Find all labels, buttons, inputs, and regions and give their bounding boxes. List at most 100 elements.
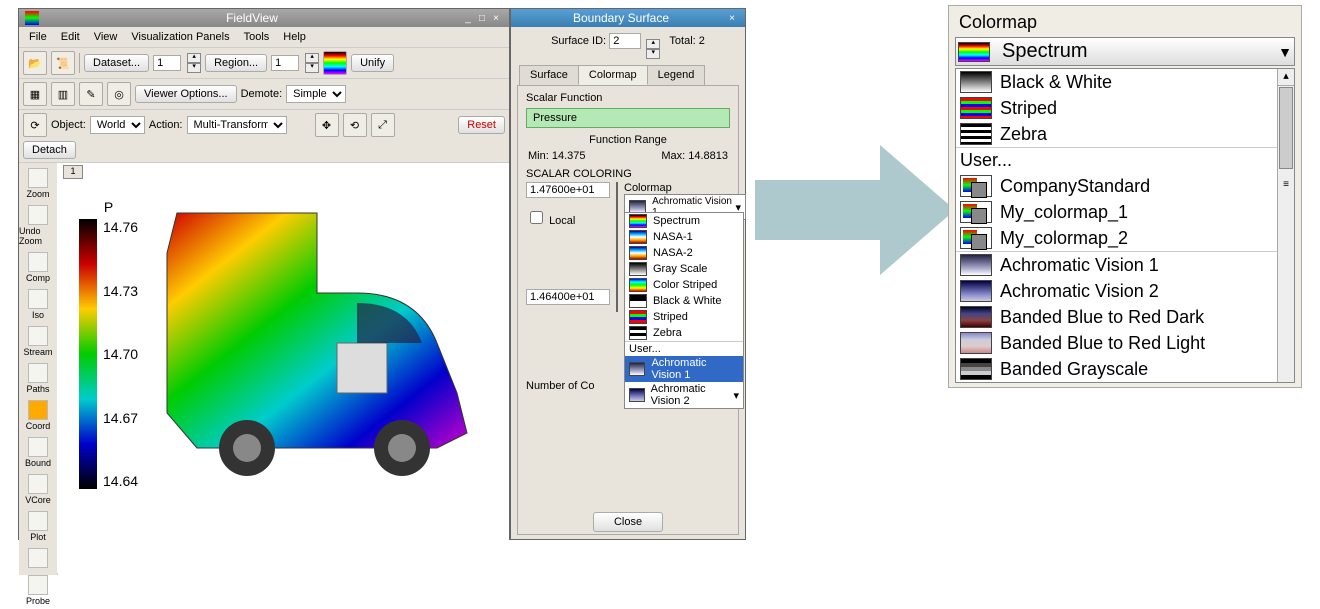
tab-colormap[interactable]: Colormap bbox=[578, 65, 648, 85]
toolbar-row3: ⟳ Object: World Action: Multi-Transform … bbox=[19, 110, 509, 163]
sidebar-vcore[interactable]: VCore bbox=[19, 471, 57, 508]
grid-icon[interactable]: ▦ bbox=[23, 82, 47, 106]
color-bot-input[interactable] bbox=[526, 289, 610, 305]
sidebar-comp[interactable]: Comp bbox=[19, 249, 57, 286]
action-select[interactable]: Multi-Transform bbox=[187, 116, 287, 134]
boundary-close-icon[interactable]: × bbox=[725, 11, 739, 25]
menu-visualization[interactable]: Visualization Panels bbox=[125, 29, 235, 45]
dd-striped[interactable]: Striped bbox=[625, 309, 743, 325]
minimize-icon[interactable]: _ bbox=[461, 11, 475, 25]
menu-help[interactable]: Help bbox=[277, 29, 312, 45]
sidebar-bound[interactable]: Bound bbox=[19, 434, 57, 471]
viewer-options-button[interactable]: Viewer Options... bbox=[135, 85, 237, 103]
fn-range-label: Function Range bbox=[518, 130, 738, 150]
sidebar-extra[interactable] bbox=[19, 545, 57, 572]
scalar-coloring-label: SCALAR COLORING bbox=[518, 162, 738, 182]
close-icon[interactable]: × bbox=[489, 11, 503, 25]
tab-bar: Surface Colormap Legend bbox=[511, 65, 745, 85]
unify-button[interactable]: Unify bbox=[351, 54, 394, 72]
local-checkbox[interactable] bbox=[530, 211, 543, 224]
sidebar-zoom[interactable]: Zoom bbox=[19, 165, 57, 202]
p3-banded-gray[interactable]: Banded Grayscale bbox=[956, 356, 1294, 382]
menu-view[interactable]: View bbox=[88, 29, 124, 45]
surface-total: Total: 2 bbox=[669, 35, 704, 47]
legend-title: P bbox=[79, 199, 138, 215]
rotate-icon[interactable]: ⟲ bbox=[343, 113, 367, 137]
sidebar-paths[interactable]: Paths bbox=[19, 360, 57, 397]
move-icon[interactable]: ✥ bbox=[315, 113, 339, 137]
p3-bw[interactable]: Black & White bbox=[956, 69, 1294, 95]
sidebar-iso[interactable]: Iso bbox=[19, 286, 57, 323]
colormap-icon[interactable] bbox=[323, 51, 347, 75]
surface-id-input[interactable] bbox=[609, 33, 641, 49]
demote-select[interactable]: Simple bbox=[286, 85, 346, 103]
detach-button[interactable]: Detach bbox=[23, 141, 76, 159]
p3-striped[interactable]: Striped bbox=[956, 95, 1294, 121]
boundary-titlebar: Boundary Surface × bbox=[511, 9, 745, 27]
menu-file[interactable]: File bbox=[23, 29, 53, 45]
scale-icon[interactable]: ⤢ bbox=[371, 113, 395, 137]
dataset-number[interactable] bbox=[153, 55, 181, 71]
script-icon[interactable]: 📜 bbox=[51, 51, 75, 75]
region-spinner[interactable]: ▴▾ bbox=[305, 53, 319, 73]
colormap-panel-select[interactable]: Spectrum ▼ bbox=[955, 37, 1295, 66]
p3-user-companystandard[interactable]: CompanyStandard bbox=[956, 173, 1294, 199]
scalar-fn-value[interactable]: Pressure bbox=[526, 108, 730, 128]
scroll-thumb[interactable] bbox=[1279, 87, 1293, 169]
dd-achr2[interactable]: Achromatic Vision 2▾ bbox=[625, 382, 743, 408]
tab-surface[interactable]: Surface bbox=[519, 65, 579, 85]
sidebar-plot[interactable]: Plot bbox=[19, 508, 57, 545]
dd-achr1[interactable]: Achromatic Vision 1 bbox=[625, 356, 743, 382]
legend-val-2: 14.70 bbox=[103, 346, 138, 362]
sidebar-probe[interactable]: Probe bbox=[19, 572, 57, 609]
tool-icon[interactable]: ✎ bbox=[79, 82, 103, 106]
dd-nasa1[interactable]: NASA-1 bbox=[625, 229, 743, 245]
sidebar-coord[interactable]: Coord bbox=[19, 397, 57, 434]
surface-id-label: Surface ID: bbox=[551, 35, 606, 47]
target-icon[interactable]: ◎ bbox=[107, 82, 131, 106]
refresh-icon[interactable]: ⟳ bbox=[23, 113, 47, 137]
p3-zebra[interactable]: Zebra bbox=[956, 121, 1294, 147]
arrow-graphic bbox=[750, 140, 960, 280]
colormap-dropdown: Spectrum NASA-1 NASA-2 Gray Scale Color … bbox=[624, 212, 744, 409]
dd-bw[interactable]: Black & White bbox=[625, 293, 743, 309]
scroll-up-icon[interactable]: ▴ bbox=[1278, 69, 1294, 86]
object-select[interactable]: World bbox=[90, 116, 145, 134]
legend-gradient bbox=[79, 219, 97, 489]
dd-nasa2[interactable]: NASA-2 bbox=[625, 245, 743, 261]
dd-colorstriped[interactable]: Color Striped bbox=[625, 277, 743, 293]
region-number[interactable] bbox=[271, 55, 299, 71]
list-scrollbar[interactable]: ▴ ≡ bbox=[1277, 69, 1294, 382]
open-icon[interactable]: 📂 bbox=[23, 51, 47, 75]
3d-viewport[interactable]: 1 P bbox=[57, 163, 509, 573]
menu-edit[interactable]: Edit bbox=[55, 29, 86, 45]
p3-achr1[interactable]: Achromatic Vision 1 bbox=[956, 252, 1294, 278]
dataset-spinner[interactable]: ▴▾ bbox=[187, 53, 201, 73]
region-button[interactable]: Region... bbox=[205, 54, 267, 72]
dd-spectrum[interactable]: Spectrum bbox=[625, 213, 743, 229]
p3-bluered-dark[interactable]: Banded Blue to Red Dark bbox=[956, 304, 1294, 330]
sidebar-stream[interactable]: Stream bbox=[19, 323, 57, 360]
menu-tools[interactable]: Tools bbox=[238, 29, 276, 45]
maximize-icon[interactable]: □ bbox=[475, 11, 489, 25]
object-label: Object: bbox=[51, 119, 86, 131]
main-content: Zoom Undo Zoom Comp Iso Stream Paths Coo… bbox=[19, 163, 509, 573]
dataset-button[interactable]: Dataset... bbox=[84, 54, 149, 72]
color-top-input[interactable] bbox=[526, 182, 610, 198]
p3-achr2[interactable]: Achromatic Vision 2 bbox=[956, 278, 1294, 304]
reset-button[interactable]: Reset bbox=[458, 116, 505, 134]
color-legend: P 14.76 14.73 14.70 14.67 14.64 bbox=[73, 193, 144, 495]
p3-user-mycolormap2[interactable]: My_colormap_2 bbox=[956, 225, 1294, 251]
dd-user-header: User... bbox=[625, 341, 743, 356]
boundary-title: Boundary Surface bbox=[517, 11, 725, 25]
p3-bluered-light[interactable]: Banded Blue to Red Light bbox=[956, 330, 1294, 356]
dd-zebra[interactable]: Zebra bbox=[625, 325, 743, 341]
sidebar-undo-zoom[interactable]: Undo Zoom bbox=[19, 202, 57, 249]
grid2-icon[interactable]: ▥ bbox=[51, 82, 75, 106]
close-button[interactable]: Close bbox=[593, 512, 663, 532]
tab-legend[interactable]: Legend bbox=[647, 65, 706, 85]
surface-id-spinner[interactable]: ▴▾ bbox=[646, 39, 660, 59]
p3-user-mycolormap1[interactable]: My_colormap_1 bbox=[956, 199, 1294, 225]
dd-grayscale[interactable]: Gray Scale bbox=[625, 261, 743, 277]
viewport-tab[interactable]: 1 bbox=[63, 165, 83, 179]
